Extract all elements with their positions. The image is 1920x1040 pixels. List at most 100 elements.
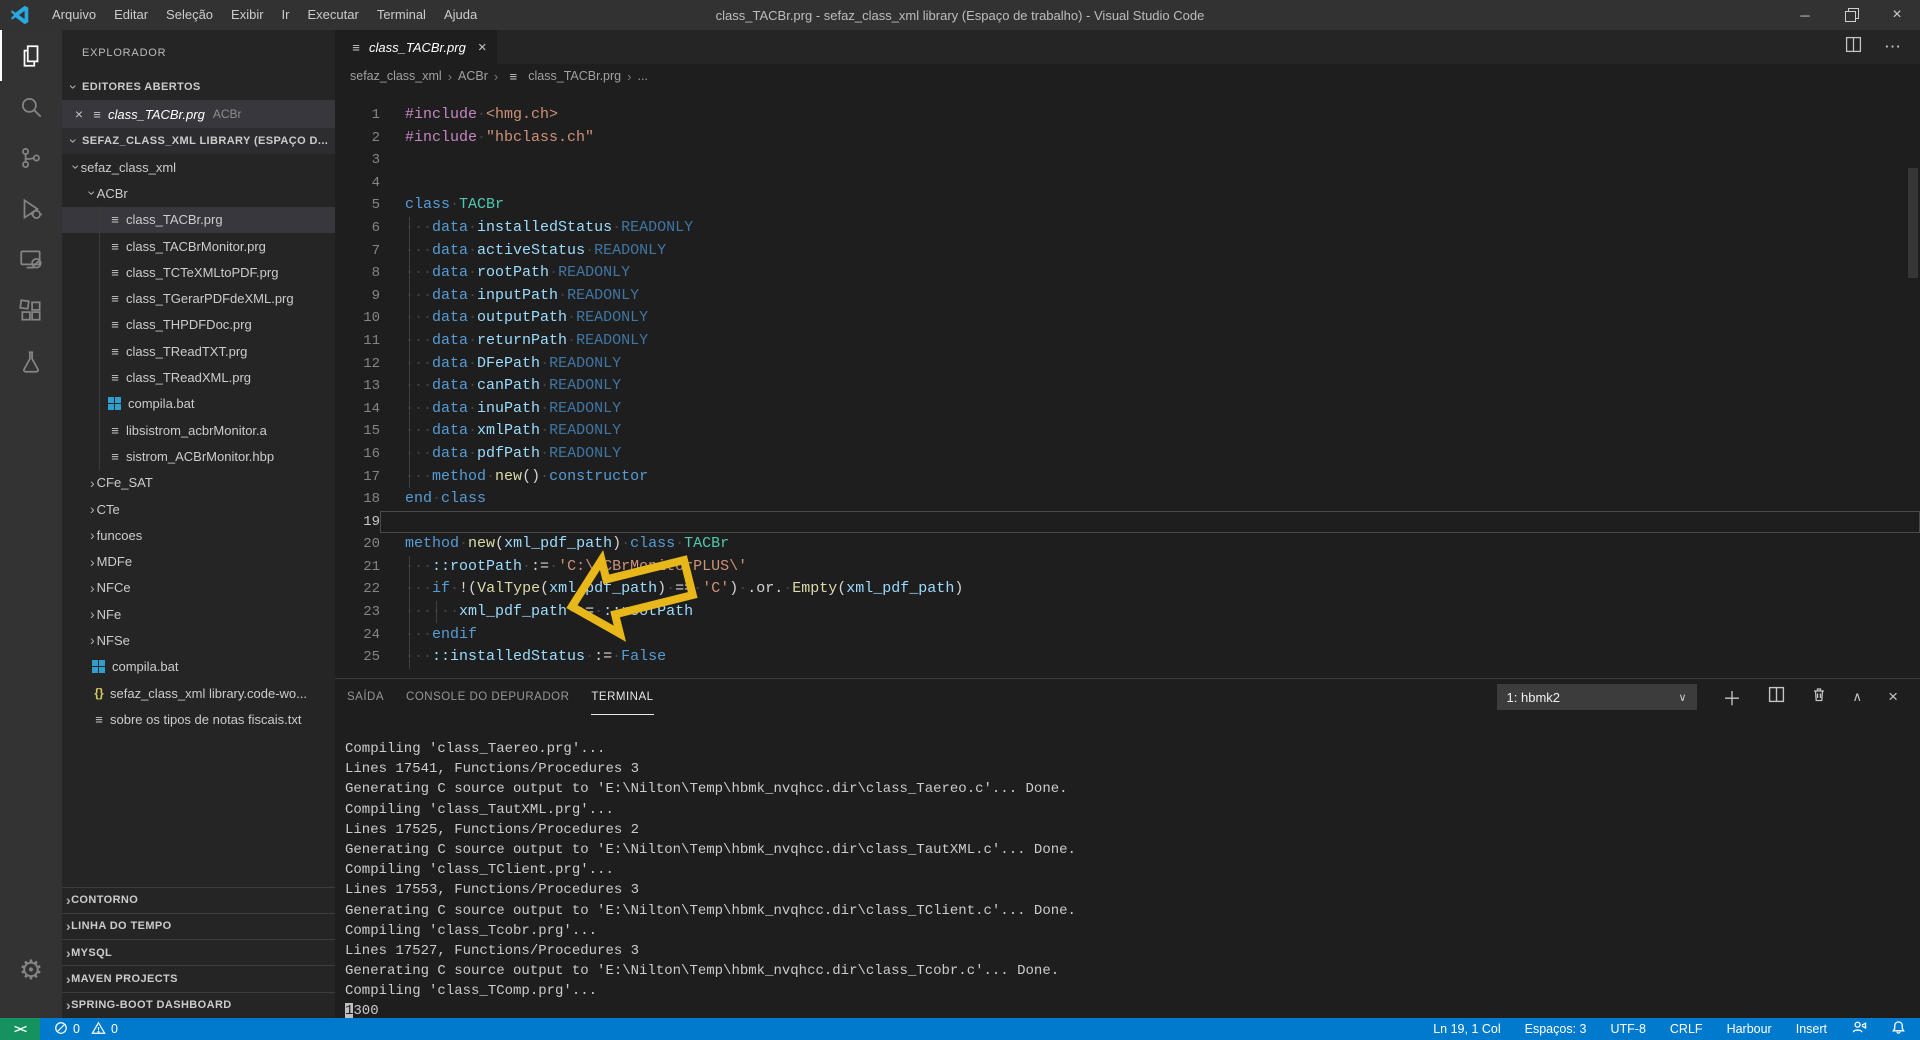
status-insert[interactable]: Insert <box>1796 1022 1827 1036</box>
settings-gear-icon[interactable]: ⚙ <box>0 950 62 990</box>
code-line-19[interactable]: 19 <box>335 511 1920 534</box>
menu-ir[interactable]: Ir <box>273 0 299 30</box>
code-line-17[interactable]: 17···method·new()·constructor <box>335 466 1920 489</box>
code-line-22[interactable]: 22···if·!(ValType(xml_pdf_path)·==·'C')·… <box>335 578 1920 601</box>
tree-item[interactable]: ≡sistrom_ACBrMonitor.hbp <box>62 443 335 469</box>
code-line-21[interactable]: 21···::rootPath·:=·'C:\ACBrMonitorPLUS\' <box>335 556 1920 579</box>
code-line-10[interactable]: 10···data·outputPath·READONLY <box>335 307 1920 330</box>
tree-item[interactable]: ›MDFe <box>62 548 335 574</box>
tree-item[interactable]: ≡class_TGerarPDFdeXML.prg <box>62 285 335 311</box>
panel-tab-sa-da[interactable]: SAÍDA <box>347 679 384 715</box>
testing-icon[interactable] <box>0 336 62 387</box>
breadcrumb-item[interactable]: class_TACBr.prg <box>528 69 621 83</box>
tree-item[interactable]: ≡class_TACBrMonitor.prg <box>62 233 335 259</box>
code-line-1[interactable]: 1#include·<hmg.ch> <box>335 104 1920 127</box>
code-line-6[interactable]: 6···data·installedStatus·READONLY <box>335 217 1920 240</box>
code-line-25[interactable]: 25···::installedStatus·:=·False <box>335 646 1920 669</box>
tree-item[interactable]: ≡class_TCTeXMLtoPDF.prg <box>62 259 335 285</box>
code-line-5[interactable]: 5class·TACBr <box>335 194 1920 217</box>
terminal-select[interactable]: 1: hbmk2 ∨ <box>1497 684 1697 710</box>
tree-item[interactable]: compila.bat <box>62 654 335 680</box>
tree-item[interactable]: ≡class_TACBr.prg <box>62 207 335 233</box>
notifications-bell-icon[interactable] <box>1891 1020 1906 1038</box>
code-line-12[interactable]: 12···data·DFePath·READONLY <box>335 353 1920 376</box>
menu-ajuda[interactable]: Ajuda <box>435 0 486 30</box>
tree-item[interactable]: ≡class_TReadTXT.prg <box>62 338 335 364</box>
breadcrumb[interactable]: sefaz_class_xml›ACBr›≡class_TACBr.prg›..… <box>335 64 1920 88</box>
menu-editar[interactable]: Editar <box>105 0 157 30</box>
section-spring-boot-dashboard[interactable]: ›SPRING-BOOT DASHBOARD <box>62 992 335 1018</box>
explorer-icon[interactable] <box>0 30 62 81</box>
tree-item[interactable]: ›CFe_SAT <box>62 470 335 496</box>
tree-item[interactable]: ≡sobre os tipos de notas fiscais.txt <box>62 706 335 732</box>
breadcrumb-item[interactable]: ... <box>637 69 647 83</box>
tree-item[interactable]: ›sefaz_class_xml <box>62 154 335 180</box>
tree-item[interactable]: ≡libsistrom_acbrMonitor.a <box>62 417 335 443</box>
source-control-icon[interactable] <box>0 132 62 183</box>
code-line-4[interactable]: 4 <box>335 172 1920 195</box>
panel-tab-console-do-depurador[interactable]: CONSOLE DO DEPURADOR <box>406 679 569 715</box>
remote-explorer-icon[interactable] <box>0 234 62 285</box>
section-contorno[interactable]: ›CONTORNO <box>62 887 335 913</box>
editor-scrollbar[interactable] <box>1908 168 1918 278</box>
section-maven-projects[interactable]: ›MAVEN PROJECTS <box>62 965 335 991</box>
new-terminal-icon[interactable]: ＋ <box>1723 684 1742 711</box>
tree-item[interactable]: ›NFCe <box>62 575 335 601</box>
tree-item[interactable]: ›ACBr <box>62 180 335 206</box>
menu-arquivo[interactable]: Arquivo <box>43 0 105 30</box>
open-editors-header[interactable]: › EDITORES ABERTOS <box>62 74 335 100</box>
feedback-icon[interactable] <box>1851 1020 1867 1038</box>
tree-item[interactable]: ›funcoes <box>62 522 335 548</box>
tree-item[interactable]: ≡class_THPDFDoc.prg <box>62 312 335 338</box>
code-line-16[interactable]: 16···data·pdfPath·READONLY <box>335 443 1920 466</box>
more-actions-icon[interactable]: ⋯ <box>1884 37 1902 57</box>
minimize-button[interactable]: ─ <box>1782 0 1828 30</box>
section-mysql[interactable]: ›MYSQL <box>62 939 335 965</box>
tree-item[interactable]: ›CTe <box>62 496 335 522</box>
menu-seleção[interactable]: Seleção <box>157 0 222 30</box>
menu-exibir[interactable]: Exibir <box>222 0 273 30</box>
code-line-18[interactable]: 18end·class <box>335 488 1920 511</box>
menu-executar[interactable]: Executar <box>299 0 368 30</box>
split-editor-icon[interactable] <box>1845 36 1862 58</box>
close-tab-icon[interactable]: × <box>478 39 487 56</box>
search-icon[interactable] <box>0 81 62 132</box>
run-and-debug-icon[interactable] <box>0 183 62 234</box>
tree-item[interactable]: {}sefaz_class_xml library.code-wo... <box>62 680 335 706</box>
maximize-panel-icon[interactable]: ∧ <box>1853 689 1863 705</box>
terminal-output[interactable]: Compiling 'class_Taereo.prg'...Lines 175… <box>335 715 1920 1022</box>
extensions-icon[interactable] <box>0 285 62 336</box>
tree-item[interactable]: compila.bat <box>62 391 335 417</box>
tab-class-tacbr[interactable]: ≡ class_TACBr.prg × <box>335 30 497 64</box>
status-utf-8[interactable]: UTF-8 <box>1610 1022 1645 1036</box>
code-line-9[interactable]: 9···data·inputPath·READONLY <box>335 285 1920 308</box>
menu-terminal[interactable]: Terminal <box>368 0 435 30</box>
tree-item[interactable]: ≡class_TReadXML.prg <box>62 364 335 390</box>
code-line-24[interactable]: 24···endif <box>335 624 1920 647</box>
code-line-2[interactable]: 2#include·"hbclass.ch" <box>335 127 1920 150</box>
tree-item[interactable]: ›NFe <box>62 601 335 627</box>
code-line-13[interactable]: 13···data·canPath·READONLY <box>335 375 1920 398</box>
status-crlf[interactable]: CRLF <box>1670 1022 1703 1036</box>
workspace-section-header[interactable]: › SEFAZ_CLASS_XML LIBRARY (ESPAÇO D... <box>62 128 335 154</box>
tree-item[interactable]: ›NFSe <box>62 627 335 653</box>
code-line-20[interactable]: 20method·new(xml_pdf_path)·class·TACBr <box>335 533 1920 556</box>
code-line-3[interactable]: 3 <box>335 149 1920 172</box>
code-line-15[interactable]: 15···data·xmlPath·READONLY <box>335 420 1920 443</box>
split-terminal-icon[interactable] <box>1768 686 1785 708</box>
code-line-23[interactable]: 23······xml_pdf_path·:=·::rootPath <box>335 601 1920 624</box>
breadcrumb-item[interactable]: sefaz_class_xml <box>350 69 442 83</box>
breadcrumb-item[interactable]: ACBr <box>458 69 488 83</box>
panel-tab-terminal[interactable]: TERMINAL <box>591 679 653 715</box>
code-line-11[interactable]: 11···data·returnPath·READONLY <box>335 330 1920 353</box>
status-harbour[interactable]: Harbour <box>1727 1022 1772 1036</box>
close-icon[interactable]: × <box>70 106 88 122</box>
kill-terminal-icon[interactable] <box>1811 686 1827 708</box>
code-line-8[interactable]: 8···data·rootPath·READONLY <box>335 262 1920 285</box>
close-panel-icon[interactable]: × <box>1888 687 1898 707</box>
close-button[interactable]: × <box>1874 0 1920 30</box>
code-editor[interactable]: 1#include·<hmg.ch>2#include·"hbclass.ch"… <box>335 88 1920 678</box>
problems-indicator[interactable]: 0 0 <box>40 1021 118 1038</box>
open-editor-item[interactable]: × ≡ class_TACBr.prg ACBr <box>62 100 335 128</box>
status-espa-os-3[interactable]: Espaços: 3 <box>1525 1022 1587 1036</box>
